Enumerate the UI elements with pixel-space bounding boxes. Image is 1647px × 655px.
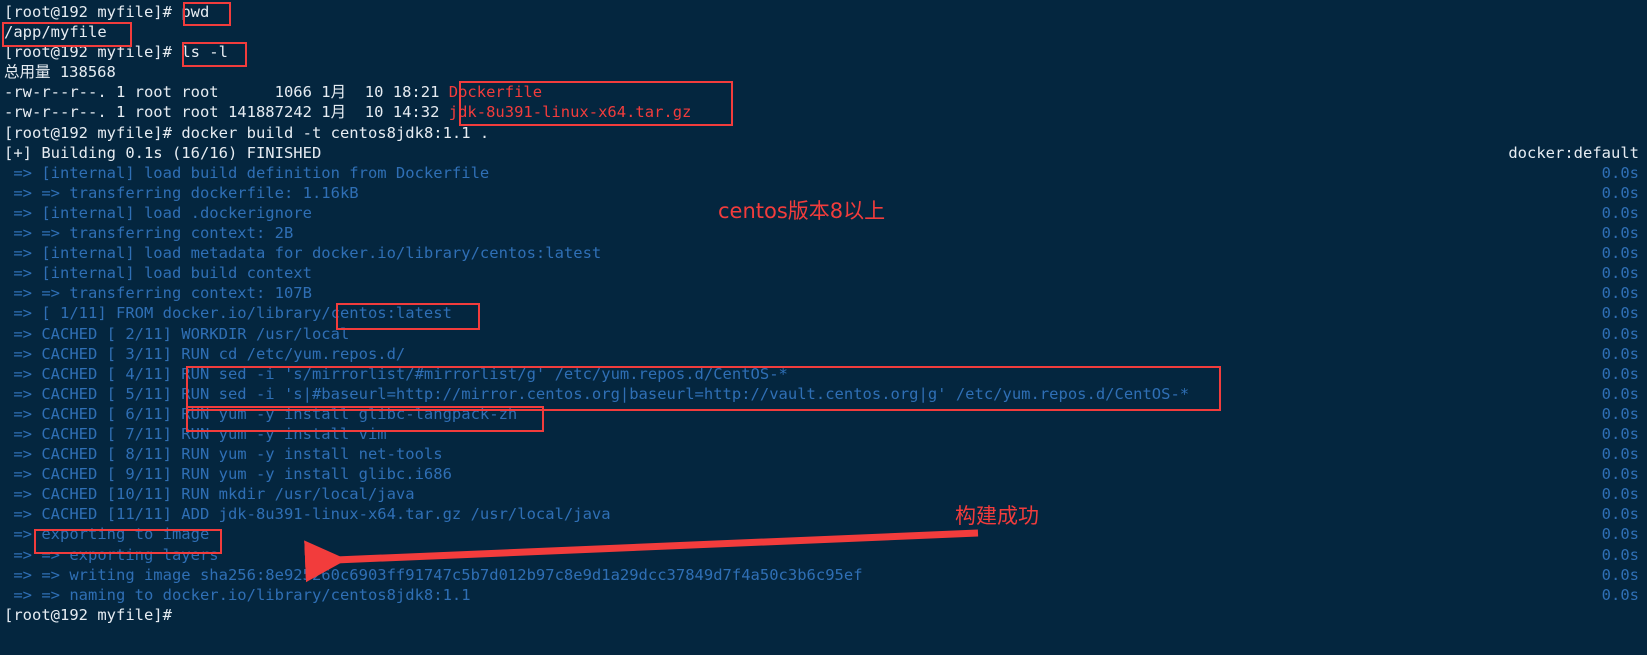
step-duration: 0.0s xyxy=(1601,344,1639,363)
step-duration: 0.0s xyxy=(1601,505,1639,524)
terminal-line: => CACHED [ 9/11] RUN yum -y install gli… xyxy=(0,464,1647,484)
build-step-langpack: => CACHED [ 6/11] RUN yum -y install gli… xyxy=(4,404,518,423)
terminal-line: [root@192 myfile]# docker build -t cento… xyxy=(0,123,1647,143)
terminal-line: => exporting to image 0.0s xyxy=(0,524,1647,544)
build-step: => CACHED [ 3/11] RUN cd /etc/yum.repos.… xyxy=(4,344,406,363)
step-duration: 0.0s xyxy=(1601,525,1639,544)
shell-prompt: [root@192 myfile]# xyxy=(4,123,182,142)
step-duration: 0.0s xyxy=(1601,244,1639,263)
build-step-image-name: => => naming to docker.io/library/centos… xyxy=(4,585,471,604)
output-total-size: 总用量 138568 xyxy=(4,63,116,82)
terminal-line: [root@192 myfile]# xyxy=(0,605,1647,625)
terminal-line: => CACHED [ 8/11] RUN yum -y install net… xyxy=(0,444,1647,464)
build-step: => => transferring context: 2B xyxy=(4,224,294,243)
annotation-build-success: 构建成功 xyxy=(955,504,1039,528)
terminal-line: => => transferring context: 2B 0.0s xyxy=(0,223,1647,243)
terminal-line: => CACHED [10/11] RUN mkdir /usr/local/j… xyxy=(0,484,1647,504)
terminal-line: => [ 1/11] FROM docker.io/library/centos… xyxy=(0,303,1647,323)
command-docker-build: docker build -t centos8jdk8:1.1 . xyxy=(181,123,490,142)
build-step: => CACHED [ 2/11] WORKDIR /usr/local xyxy=(4,324,350,343)
terminal-line: => => transferring context: 107B 0.0s xyxy=(0,283,1647,303)
build-step-from-base-image: => [ 1/11] FROM docker.io/library/centos… xyxy=(4,304,452,323)
terminal-line: -rw-r--r--. 1 root root 1066 1月 10 18:21… xyxy=(0,82,1647,102)
file-name-dockerfile: Dockerfile xyxy=(448,83,543,102)
step-duration: 0.0s xyxy=(1601,404,1639,423)
terminal-line: => CACHED [ 3/11] RUN cd /etc/yum.repos.… xyxy=(0,344,1647,364)
build-step: => CACHED [ 7/11] RUN yum -y install vim xyxy=(4,424,387,443)
terminal-line: => CACHED [ 4/11] RUN sed -i 's/mirrorli… xyxy=(0,364,1647,384)
build-step-sed-baseurl: => CACHED [ 5/11] RUN sed -i 's|#baseurl… xyxy=(4,384,1190,403)
build-step: => CACHED [ 8/11] RUN yum -y install net… xyxy=(4,445,443,464)
build-step-image-sha: => => writing image sha256:8e925260c6903… xyxy=(4,565,863,584)
build-step-exporting-image: => exporting to image xyxy=(4,525,210,544)
step-duration: 0.0s xyxy=(1601,364,1639,383)
terminal-line: => CACHED [ 2/11] WORKDIR /usr/local 0.0s xyxy=(0,324,1647,344)
terminal-line: 总用量 138568 xyxy=(0,62,1647,82)
terminal-line: => => writing image sha256:8e925260c6903… xyxy=(0,565,1647,585)
step-duration: 0.0s xyxy=(1601,424,1639,443)
build-status-header: [+] Building 0.1s (16/16) FINISHED xyxy=(4,143,322,162)
step-duration: 0.0s xyxy=(1601,324,1639,343)
step-duration: 0.0s xyxy=(1601,304,1639,323)
terminal-line: => CACHED [ 7/11] RUN yum -y install vim… xyxy=(0,424,1647,444)
build-step-sed-mirrorlist: => CACHED [ 4/11] RUN sed -i 's/mirrorli… xyxy=(4,364,788,383)
output-working-directory: /app/myfile xyxy=(4,23,107,42)
step-duration: 0.0s xyxy=(1601,485,1639,504)
build-step: => => transferring context: 107B xyxy=(4,284,312,303)
shell-prompt-final: [root@192 myfile]# xyxy=(4,605,172,624)
build-step: => CACHED [10/11] RUN mkdir /usr/local/j… xyxy=(4,485,415,504)
terminal-line: [+] Building 0.1s (16/16) FINISHED docker… xyxy=(0,143,1647,163)
file-name-jdk-tarball: jdk-8u391-linux-x64.tar.gz xyxy=(448,103,692,122)
terminal-line: => [internal] load build context 0.0s xyxy=(0,263,1647,283)
command-ls: ls -l xyxy=(181,43,228,62)
build-step: => => exporting layers xyxy=(4,545,219,564)
terminal-output: [root@192 myfile]# pwd /app/myfile [root… xyxy=(0,0,1647,625)
step-duration: 0.0s xyxy=(1601,183,1639,202)
file-listing-row: -rw-r--r--. 1 root root 141887242 1月 10 … xyxy=(4,103,449,122)
terminal-line: => => exporting layers 0.0s xyxy=(0,545,1647,565)
build-step: => [internal] load build definition from… xyxy=(4,163,490,182)
terminal-line: => CACHED [11/11] ADD jdk-8u391-linux-x6… xyxy=(0,504,1647,524)
terminal-line: /app/myfile xyxy=(0,22,1647,42)
terminal-window[interactable]: [root@192 myfile]# pwd /app/myfile [root… xyxy=(0,0,1647,655)
terminal-line: => => naming to docker.io/library/centos… xyxy=(0,585,1647,605)
file-listing-row: -rw-r--r--. 1 root root 1066 1月 10 18:21 xyxy=(4,83,449,102)
terminal-line: => [internal] load build definition from… xyxy=(0,163,1647,183)
step-duration: 0.0s xyxy=(1601,465,1639,484)
build-step: => [internal] load metadata for docker.i… xyxy=(4,244,602,263)
step-duration: 0.0s xyxy=(1601,284,1639,303)
build-step: => CACHED [ 9/11] RUN yum -y install gli… xyxy=(4,465,452,484)
step-duration: 0.0s xyxy=(1601,264,1639,283)
step-duration: 0.0s xyxy=(1601,585,1639,604)
annotation-centos-version: centos版本8以上 xyxy=(718,199,886,223)
shell-prompt: [root@192 myfile]# xyxy=(4,43,182,62)
terminal-line: [root@192 myfile]# pwd xyxy=(0,2,1647,22)
builder-name-label: docker:default xyxy=(1508,143,1639,162)
step-duration: 0.0s xyxy=(1601,545,1639,564)
build-step: => => transferring dockerfile: 1.16kB xyxy=(4,183,359,202)
terminal-line: => [internal] load metadata for docker.i… xyxy=(0,243,1647,263)
build-step: => [internal] load build context xyxy=(4,264,312,283)
command-pwd: pwd xyxy=(181,3,210,21)
step-duration: 0.0s xyxy=(1601,565,1639,584)
step-duration: 0.0s xyxy=(1601,203,1639,222)
terminal-line: -rw-r--r--. 1 root root 141887242 1月 10 … xyxy=(0,102,1647,122)
step-duration: 0.0s xyxy=(1601,384,1639,403)
step-duration: 0.0s xyxy=(1601,224,1639,243)
terminal-line: [root@192 myfile]# ls -l xyxy=(0,42,1647,62)
step-duration: 0.0s xyxy=(1601,163,1639,182)
build-step: => [internal] load .dockerignore xyxy=(4,203,312,222)
shell-prompt: [root@192 myfile]# xyxy=(4,3,182,21)
terminal-line: => CACHED [ 5/11] RUN sed -i 's|#baseurl… xyxy=(0,384,1647,404)
build-step-add-jdk: => CACHED [11/11] ADD jdk-8u391-linux-x6… xyxy=(4,505,611,524)
step-duration: 0.0s xyxy=(1601,445,1639,464)
terminal-line: => CACHED [ 6/11] RUN yum -y install gli… xyxy=(0,404,1647,424)
